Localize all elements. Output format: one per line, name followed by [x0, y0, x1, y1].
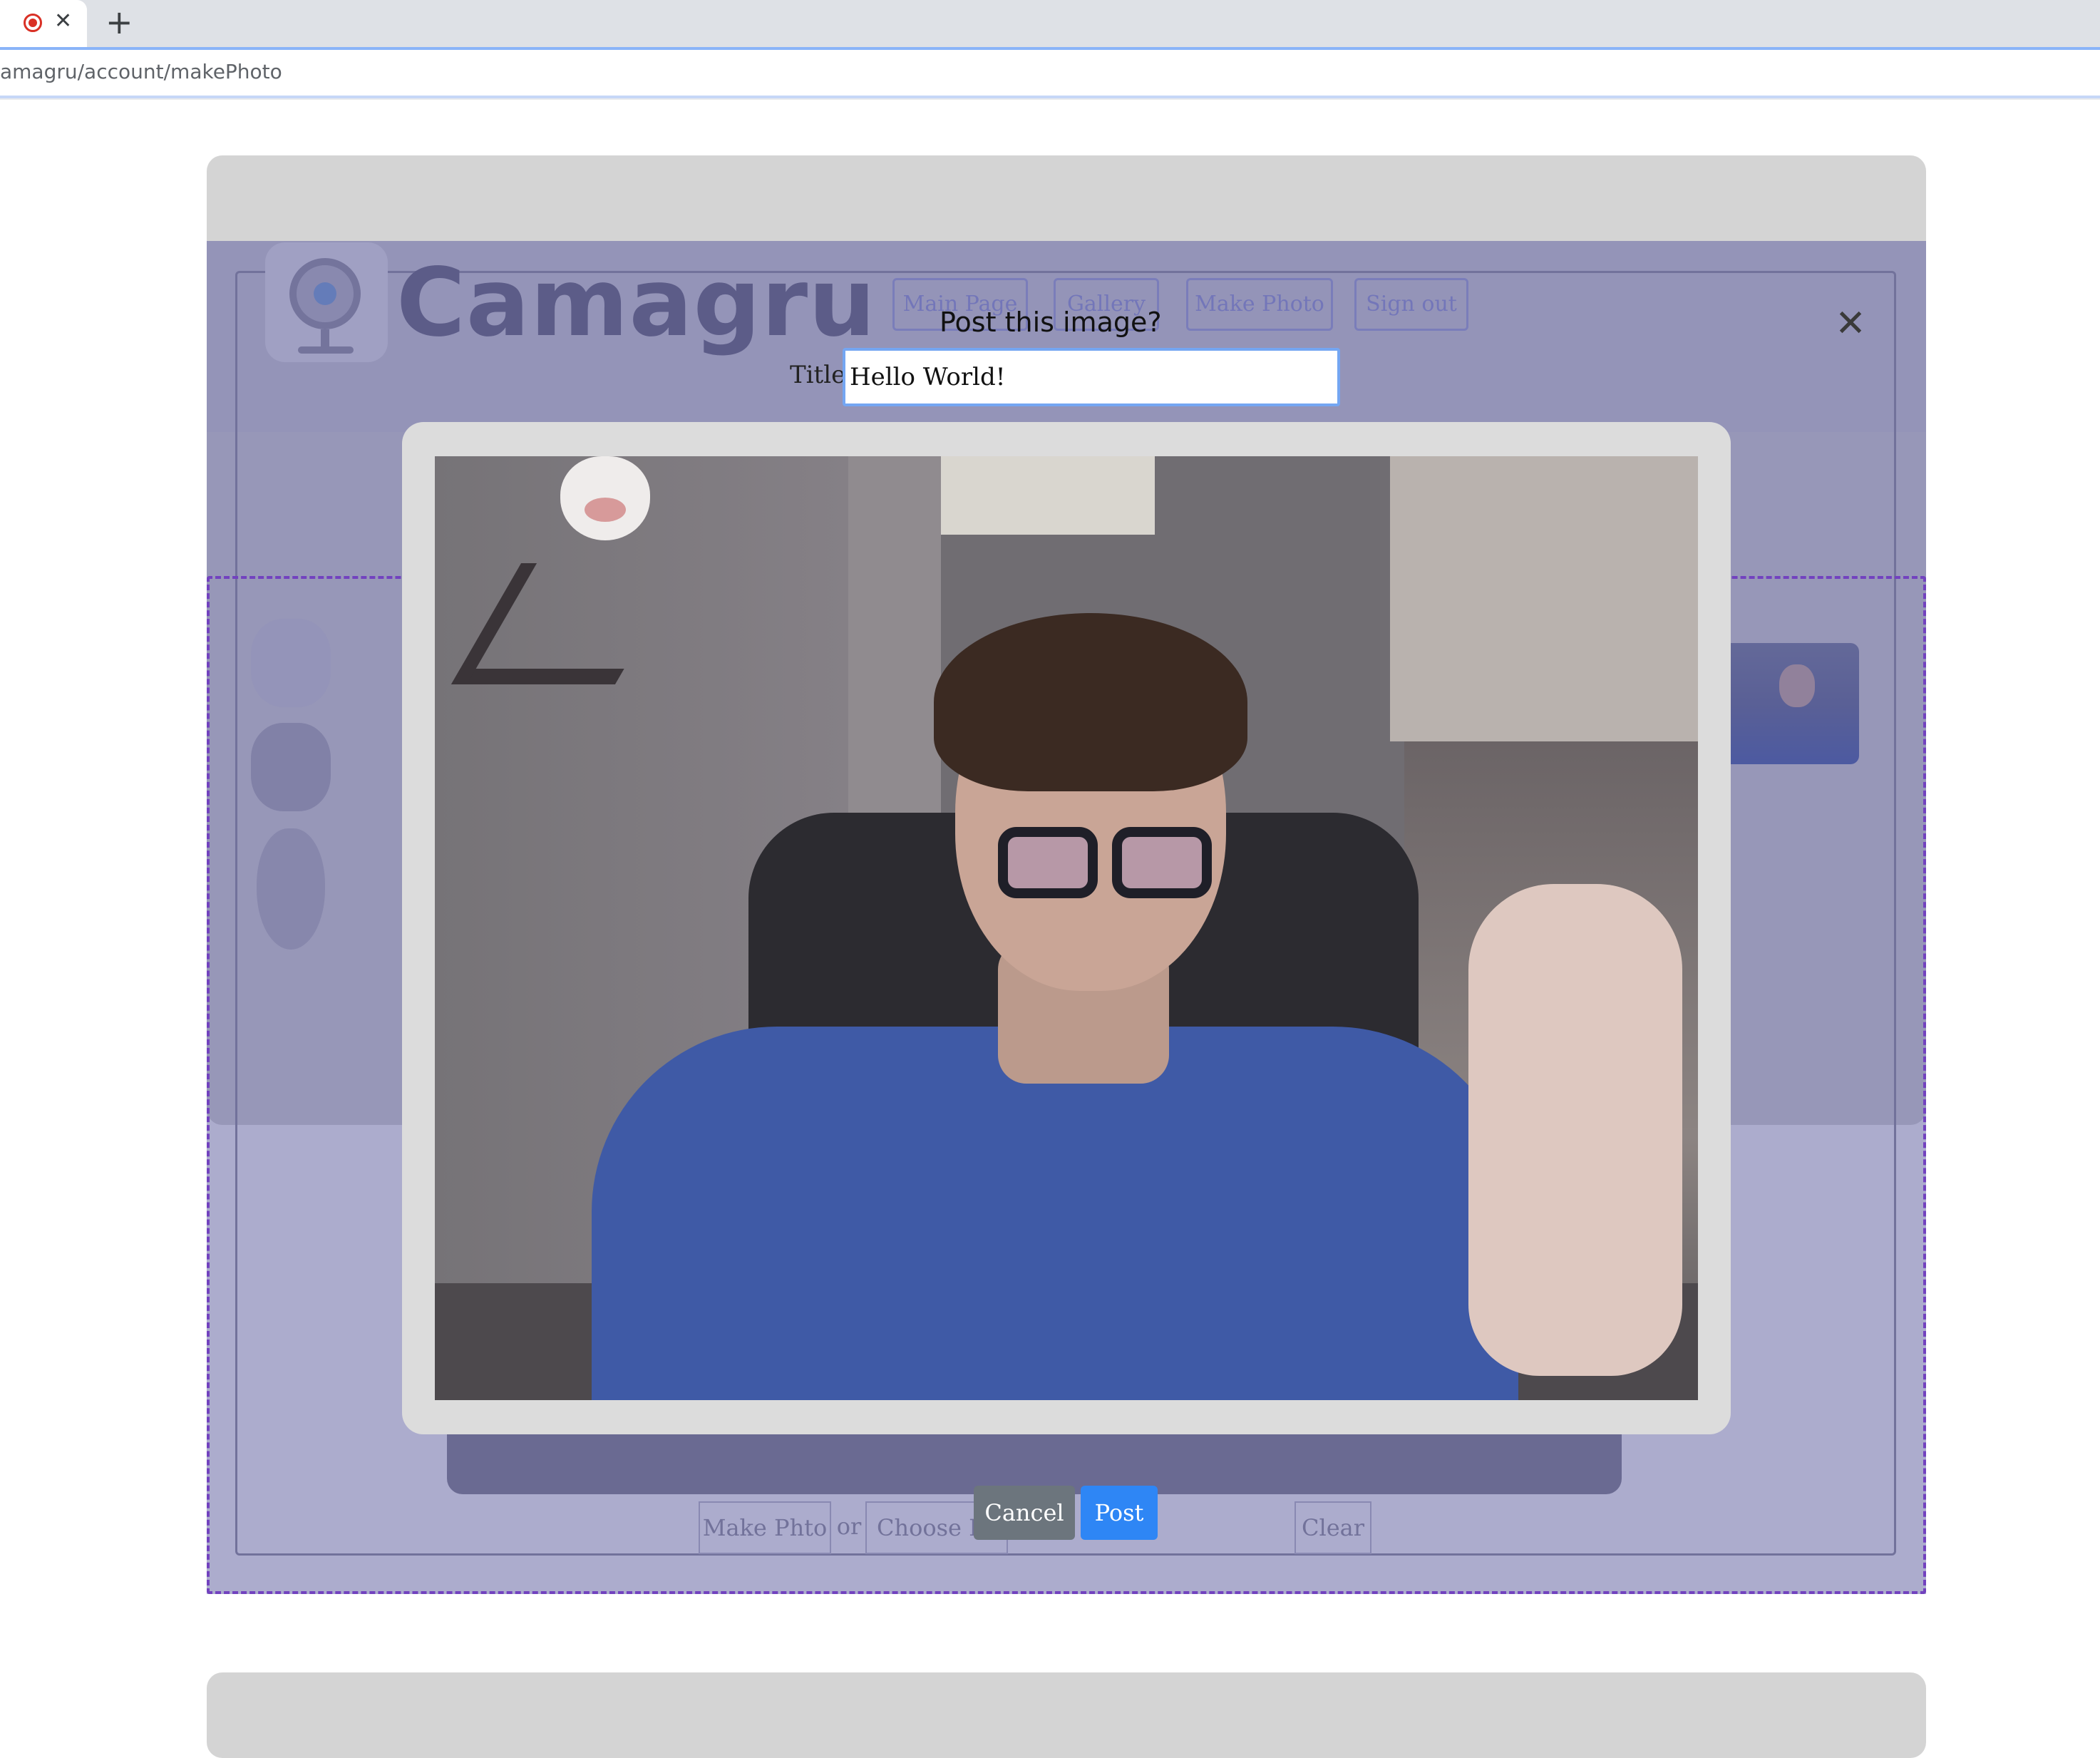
- address-bar[interactable]: amagru/account/makePhoto: [0, 47, 2100, 98]
- captured-photo: [435, 456, 1698, 1400]
- photo-poster: [941, 456, 1155, 535]
- close-icon[interactable]: ✕: [1832, 305, 1869, 342]
- photo-raised-hand: [1468, 884, 1682, 1376]
- photo-glasses-left: [998, 827, 1098, 898]
- url-text: amagru/account/makePhoto: [0, 60, 282, 83]
- modal-title: Post this image?: [940, 307, 1162, 338]
- cat-sticker-overlay: [560, 456, 650, 540]
- toolbar-divider: [0, 98, 2100, 100]
- new-tab-icon[interactable]: +: [105, 4, 133, 40]
- photo-preview-frame: [402, 422, 1731, 1434]
- post-button[interactable]: Post: [1081, 1486, 1158, 1540]
- cancel-button[interactable]: Cancel: [974, 1486, 1075, 1540]
- photo-glasses-right: [1112, 827, 1212, 898]
- close-tab-icon[interactable]: ✕: [54, 9, 72, 34]
- browser-tab[interactable]: ✕: [0, 0, 87, 47]
- title-label: Title: [790, 361, 846, 389]
- title-input[interactable]: [843, 348, 1340, 406]
- photo-window: [1390, 456, 1698, 741]
- recording-icon: [24, 14, 42, 32]
- page-card-next: [207, 1672, 1926, 1758]
- tab-bar: ✕ +: [0, 0, 2100, 47]
- photo-person-hair: [934, 613, 1247, 791]
